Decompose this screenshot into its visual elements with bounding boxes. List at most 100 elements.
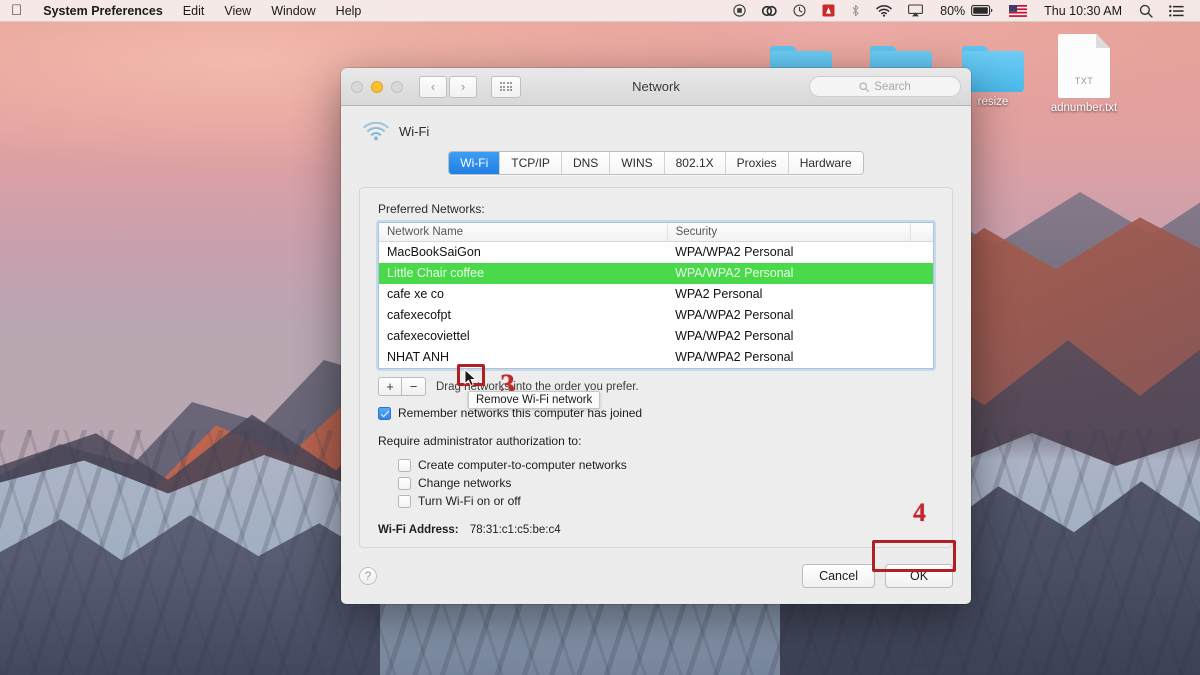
desktop: resize TXT adnumber.txt  System Prefere…	[0, 0, 1200, 675]
cell-spacer	[911, 347, 933, 368]
menu-bar-status-area: 80% Thu 10:30 AM	[725, 0, 1200, 22]
menu-bar:  System Preferences Edit View Window He…	[0, 0, 1200, 22]
tab-tcpip[interactable]: TCP/IP	[500, 152, 562, 174]
option-label: Turn Wi-Fi on or off	[418, 494, 521, 508]
menu-bar-left:  System Preferences Edit View Window He…	[0, 0, 371, 22]
desktop-icon-adnumber-txt[interactable]: TXT adnumber.txt	[1036, 34, 1132, 114]
cell-security: WPA/WPA2 Personal	[667, 347, 911, 368]
folder-icon	[962, 46, 1024, 92]
cell-spacer	[911, 263, 933, 284]
minimize-window-button[interactable]	[371, 81, 383, 93]
search-input[interactable]: Search	[809, 76, 961, 97]
option-turn-wifi-on-off[interactable]: Turn Wi-Fi on or off	[398, 494, 934, 508]
creative-cloud-icon[interactable]	[754, 5, 785, 17]
chevron-right-icon[interactable]: ›	[449, 76, 477, 98]
option-label: Change networks	[418, 476, 511, 490]
search-placeholder: Search	[874, 81, 910, 93]
table-row[interactable]: Little Chair coffee WPA/WPA2 Personal	[379, 263, 933, 284]
footer-buttons: Cancel OK	[802, 564, 953, 588]
add-remove-row: + − Drag networks into the order you pre…	[378, 377, 934, 396]
turn-wifi-checkbox[interactable]	[398, 495, 411, 508]
time-machine-icon[interactable]	[785, 4, 814, 17]
tab-8021x[interactable]: 802.1X	[665, 152, 726, 174]
wifi-icon	[363, 122, 389, 141]
screen-record-icon[interactable]	[725, 4, 754, 17]
cell-network-name: Little Chair coffee	[379, 263, 667, 284]
add-network-button[interactable]: +	[378, 377, 402, 396]
grid-dots	[500, 82, 513, 91]
close-window-button[interactable]	[351, 81, 363, 93]
cell-network-name: cafexecofpt	[379, 305, 667, 326]
us-flag-icon[interactable]	[1001, 5, 1035, 17]
table-row[interactable]: NHAT ANH WPA/WPA2 Personal	[379, 347, 933, 368]
cell-spacer	[911, 242, 933, 264]
window-title-bar[interactable]: ‹ › Network Search	[341, 68, 971, 106]
change-networks-checkbox[interactable]	[398, 477, 411, 490]
require-admin-options: Create computer-to-computer networks Cha…	[378, 454, 934, 508]
show-all-grid-icon[interactable]	[491, 76, 521, 98]
wifi-address-label: Wi-Fi Address:	[378, 524, 459, 536]
cell-security: WPA/WPA2 Personal	[667, 242, 911, 264]
desktop-icon-label: adnumber.txt	[1036, 102, 1132, 114]
chevron-left-icon[interactable]: ‹	[419, 76, 447, 98]
spotlight-search-icon[interactable]	[1131, 4, 1161, 18]
ok-button[interactable]: OK	[885, 564, 953, 588]
cell-spacer	[911, 284, 933, 305]
maximize-window-button[interactable]	[391, 81, 403, 93]
preferred-networks-label: Preferred Networks:	[378, 202, 934, 216]
option-change-networks[interactable]: Change networks	[398, 476, 934, 490]
remember-networks-checkbox[interactable]	[378, 407, 391, 420]
menu-item-help[interactable]: Help	[326, 0, 372, 22]
create-networks-checkbox[interactable]	[398, 459, 411, 472]
network-rows: MacBookSaiGon WPA/WPA2 Personal Little C…	[379, 242, 933, 369]
settings-tabs: Wi-Fi TCP/IP DNS WINS 802.1X Proxies Har…	[359, 151, 953, 175]
menu-item-edit[interactable]: Edit	[173, 0, 215, 22]
cell-security: WPA/WPA2 Personal	[667, 263, 911, 284]
airplay-icon[interactable]	[900, 4, 931, 17]
preferred-networks-table[interactable]: Network Name Security MacBookSaiGon WPA/…	[378, 222, 934, 369]
wifi-icon[interactable]	[868, 5, 900, 17]
tab-proxies[interactable]: Proxies	[726, 152, 789, 174]
battery-icon[interactable]	[969, 5, 1001, 16]
table-row[interactable]: cafexecofpt WPA/WPA2 Personal	[379, 305, 933, 326]
option-label: Create computer-to-computer networks	[418, 458, 627, 472]
column-header-network-name[interactable]: Network Name	[379, 223, 667, 242]
tab-hardware[interactable]: Hardware	[789, 152, 863, 174]
apple-logo-icon[interactable]: 	[9, 1, 33, 21]
menu-item-window[interactable]: Window	[261, 0, 325, 22]
file-type-badge: TXT	[1058, 76, 1110, 86]
cell-network-name: cafe xe co	[379, 284, 667, 305]
cancel-button[interactable]: Cancel	[802, 564, 875, 588]
bluetooth-icon[interactable]	[843, 4, 868, 17]
menu-item-view[interactable]: View	[214, 0, 261, 22]
menu-item-system-preferences[interactable]: System Preferences	[33, 0, 173, 22]
service-header: Wi-Fi	[359, 120, 953, 151]
table-row[interactable]: cafe xe co WPA2 Personal	[379, 284, 933, 305]
notification-center-icon[interactable]	[1161, 5, 1192, 17]
page-fold-icon	[1096, 34, 1110, 48]
column-header-security[interactable]: Security	[667, 223, 911, 242]
wifi-panel: Preferred Networks: Network Name Securit…	[359, 187, 953, 548]
cell-spacer	[911, 305, 933, 326]
cell-network-name: MacBookSaiGon	[379, 242, 667, 264]
tab-dns[interactable]: DNS	[562, 152, 610, 174]
service-name-label: Wi-Fi	[399, 124, 429, 139]
cell-security: WPA/WPA2 Personal	[667, 305, 911, 326]
table-row[interactable]: MacBookSaiGon WPA/WPA2 Personal	[379, 242, 933, 264]
vlc-icon[interactable]	[814, 4, 843, 17]
tab-wifi[interactable]: Wi-Fi	[449, 152, 500, 174]
battery-percent-label: 80%	[931, 0, 969, 22]
cell-security: WPA2 Personal	[667, 284, 911, 305]
remember-networks-row[interactable]: Remember networks this computer has join…	[378, 406, 934, 420]
option-create-computer-networks[interactable]: Create computer-to-computer networks	[398, 458, 934, 472]
remove-wifi-tooltip: Remove Wi-Fi network	[468, 391, 600, 409]
wifi-address-row: Wi-Fi Address: 78:31:c1:c5:be:c4	[378, 524, 934, 536]
table-row[interactable]: cafexecoviettel WPA/WPA2 Personal	[379, 326, 933, 347]
help-button[interactable]: ?	[359, 567, 377, 585]
remove-network-button[interactable]: −	[402, 377, 426, 396]
navigation-buttons: ‹ ›	[419, 76, 477, 98]
tab-wins[interactable]: WINS	[610, 152, 664, 174]
cell-network-name: cafexecoviettel	[379, 326, 667, 347]
text-file-icon: TXT	[1058, 34, 1110, 98]
menu-bar-clock[interactable]: Thu 10:30 AM	[1035, 0, 1131, 22]
